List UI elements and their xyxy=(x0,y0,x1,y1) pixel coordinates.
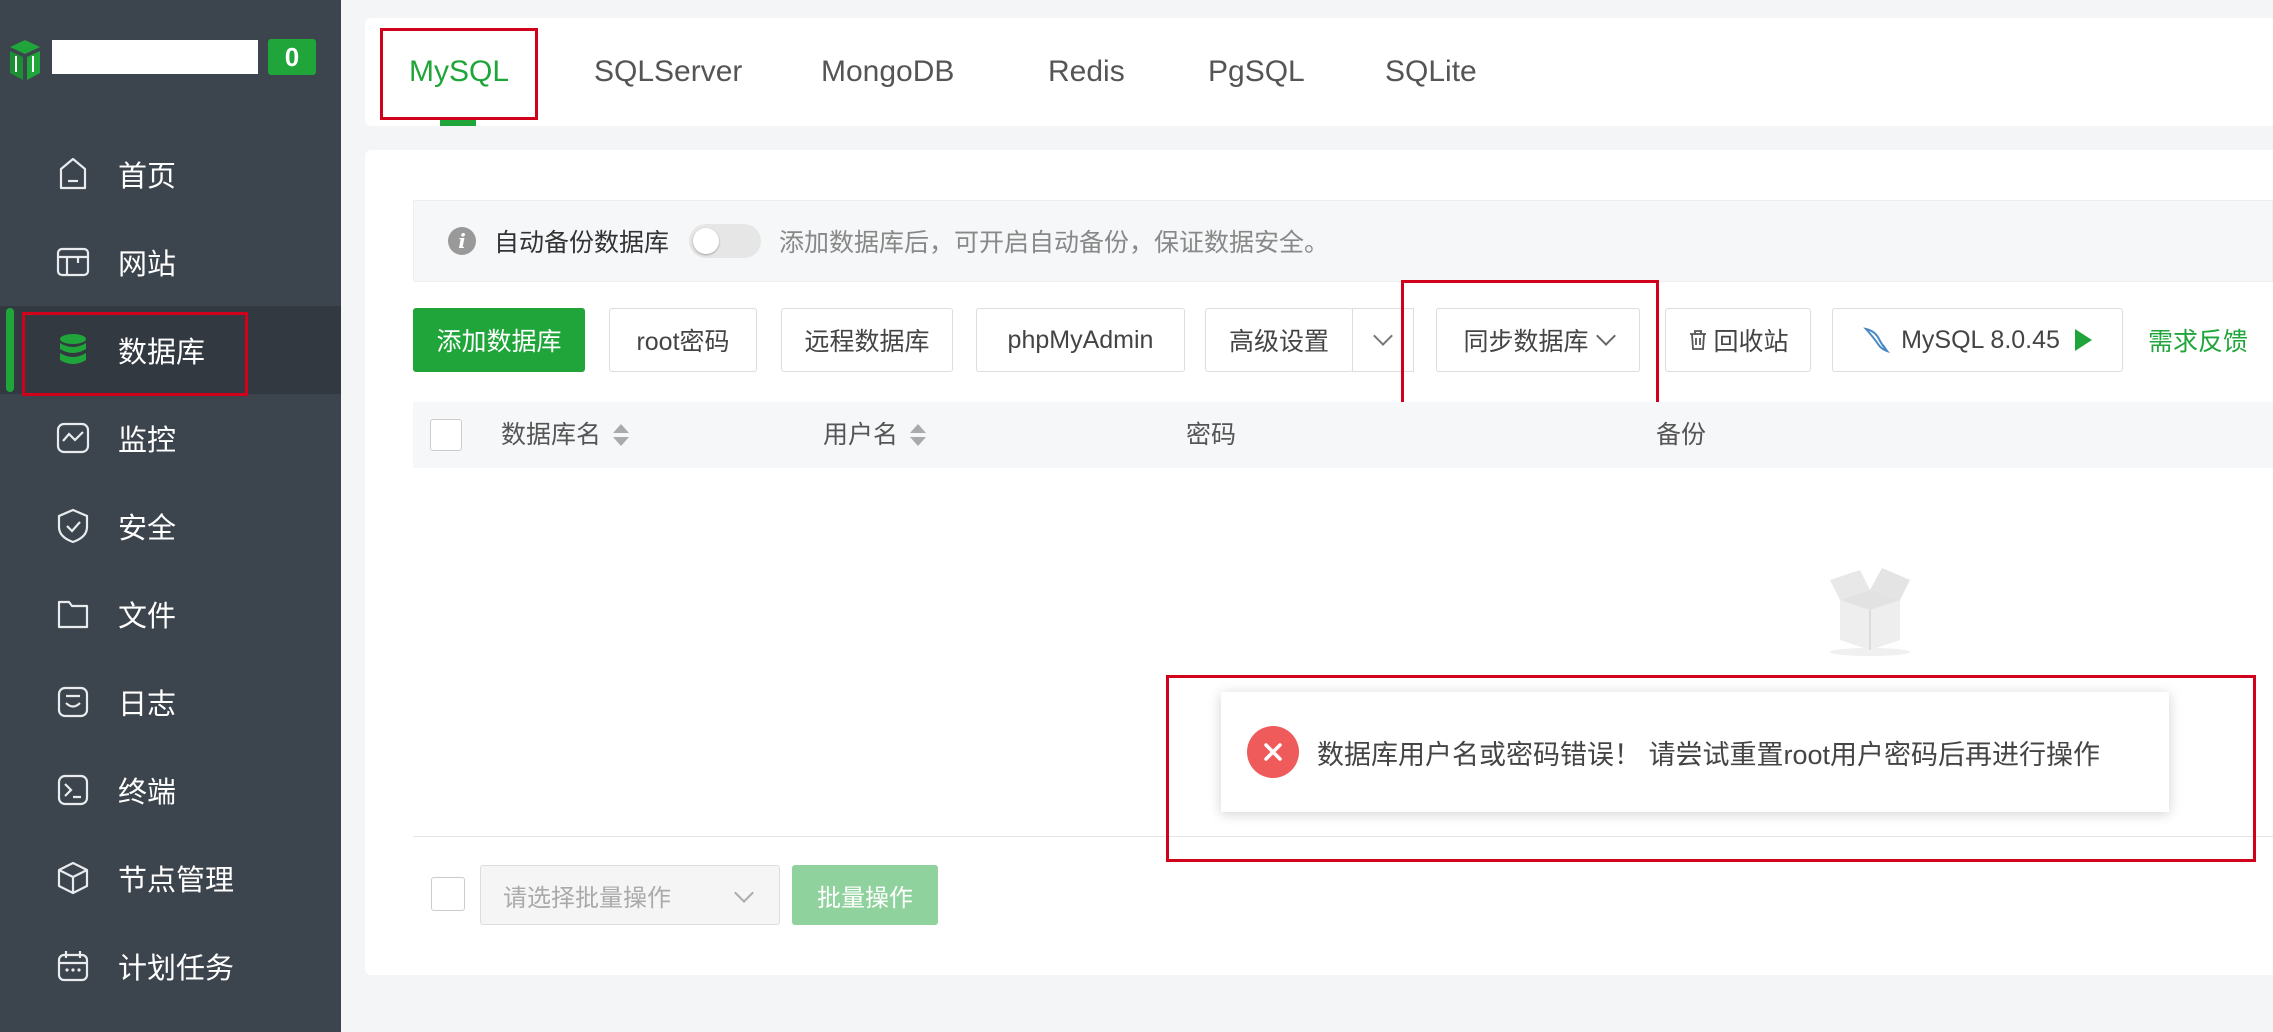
chevron-down-icon xyxy=(1595,326,1616,346)
column-database-name[interactable]: 数据库名 xyxy=(501,402,630,468)
sidebar-item-cron[interactable]: 计划任务 xyxy=(0,922,341,1010)
remote-database-button[interactable]: 远程数据库 xyxy=(781,308,953,372)
auto-backup-notice: i 自动备份数据库 添加数据库后，可开启自动备份，保证数据安全。 xyxy=(413,200,2273,282)
sort-icon xyxy=(910,424,927,446)
column-password: 密码 xyxy=(1186,421,1237,449)
empty-box-icon xyxy=(1830,568,1910,656)
sidebar-item-nodes[interactable]: 节点管理 xyxy=(0,834,341,922)
sync-database-label: 同步数据库 xyxy=(1463,328,1589,356)
mysql-dolphin-icon xyxy=(1863,327,1891,354)
error-toast: 数据库用户名或密码错误！ 请尝试重置root用户密码后再进行操作 xyxy=(1221,692,2169,812)
table-header: 数据库名 用户名 密码 备份 xyxy=(413,402,2273,468)
database-icon xyxy=(54,331,92,369)
sidebar-item-label: 终端 xyxy=(118,777,177,809)
calendar-icon xyxy=(54,947,92,985)
sidebar: 0 首页 网站 数据库 监控 安全 文件 日志 终端 节点管理 计划任务 xyxy=(0,0,341,1032)
chevron-down-icon xyxy=(1373,326,1393,346)
recycle-bin-label: 回收站 xyxy=(1713,328,1789,356)
server-name-box xyxy=(52,40,258,74)
sync-database-button[interactable]: 同步数据库 xyxy=(1436,308,1640,372)
sidebar-item-database[interactable]: 数据库 xyxy=(0,306,341,394)
logo-icon xyxy=(10,40,40,80)
tab-redis[interactable]: Redis xyxy=(1048,18,1125,126)
error-message: 数据库用户名或密码错误！ 请尝试重置root用户密码后再进行操作 xyxy=(1317,739,2101,770)
column-username[interactable]: 用户名 xyxy=(823,402,927,468)
select-all-checkbox[interactable] xyxy=(430,419,462,451)
mysql-version-button[interactable]: MySQL 8.0.45 xyxy=(1832,308,2123,372)
task-count-badge[interactable]: 0 xyxy=(268,39,316,75)
tab-sqlite[interactable]: SQLite xyxy=(1385,18,1477,126)
phpmyadmin-button[interactable]: phpMyAdmin xyxy=(976,308,1185,372)
website-icon xyxy=(54,243,92,281)
sidebar-item-security[interactable]: 安全 xyxy=(0,482,341,570)
cube-icon xyxy=(54,859,92,897)
chevron-down-icon xyxy=(734,883,754,903)
trash-icon xyxy=(1690,330,1707,350)
database-type-tabs: MySQL SQLServer MongoDB Redis PgSQL SQLi… xyxy=(365,18,2273,126)
sidebar-item-label: 计划任务 xyxy=(118,953,235,985)
batch-operation-select[interactable]: 请选择批量操作 xyxy=(480,865,780,925)
mysql-version-label: MySQL 8.0.45 xyxy=(1901,325,2060,354)
sidebar-item-label: 数据库 xyxy=(118,337,206,369)
sidebar-item-logs[interactable]: 日志 xyxy=(0,658,341,746)
batch-operation-button[interactable]: 批量操作 xyxy=(792,865,938,925)
sidebar-item-terminal[interactable]: 终端 xyxy=(0,746,341,834)
sidebar-item-label: 节点管理 xyxy=(118,865,235,897)
advanced-settings-button[interactable]: 高级设置 xyxy=(1205,308,1353,372)
tab-pgsql[interactable]: PgSQL xyxy=(1208,18,1305,126)
sidebar-item-monitor[interactable]: 监控 xyxy=(0,394,341,482)
folder-icon xyxy=(54,595,92,633)
tab-mongodb[interactable]: MongoDB xyxy=(821,18,954,126)
sidebar-item-files[interactable]: 文件 xyxy=(0,570,341,658)
terminal-icon xyxy=(54,771,92,809)
play-icon xyxy=(2074,329,2092,351)
sidebar-item-label: 网站 xyxy=(118,249,177,281)
sidebar-nav: 首页 网站 数据库 监控 安全 文件 日志 终端 节点管理 计划任务 xyxy=(0,130,341,1010)
feedback-link[interactable]: 需求反馈 xyxy=(2148,322,2248,358)
sidebar-item-label: 文件 xyxy=(118,601,177,633)
root-password-button[interactable]: root密码 xyxy=(609,308,757,372)
batch-operation-placeholder: 请选择批量操作 xyxy=(503,884,671,912)
shield-icon xyxy=(54,507,92,545)
tab-sqlserver[interactable]: SQLServer xyxy=(594,18,742,126)
column-backup: 备份 xyxy=(1656,421,1707,449)
recycle-bin-button[interactable]: 回收站 xyxy=(1665,308,1811,372)
auto-backup-toggle[interactable] xyxy=(689,224,762,258)
tab-mysql[interactable]: MySQL xyxy=(409,18,509,126)
auto-backup-hint: 添加数据库后，可开启自动备份，保证数据安全。 xyxy=(779,229,1330,257)
home-icon xyxy=(54,155,92,193)
sidebar-item-website[interactable]: 网站 xyxy=(0,218,341,306)
sidebar-item-label: 监控 xyxy=(118,425,177,457)
sidebar-item-label: 日志 xyxy=(118,689,177,721)
sidebar-item-home[interactable]: 首页 xyxy=(0,130,341,218)
batch-select-all-checkbox[interactable] xyxy=(431,877,465,911)
auto-backup-label: 自动备份数据库 xyxy=(494,229,670,257)
log-icon xyxy=(54,683,92,721)
advanced-settings-dropdown[interactable] xyxy=(1352,308,1414,372)
sidebar-item-label: 安全 xyxy=(118,513,177,545)
add-database-button[interactable]: 添加数据库 xyxy=(413,308,585,372)
brand: 0 xyxy=(0,30,341,84)
table-footer-divider xyxy=(413,836,2273,837)
monitor-icon xyxy=(54,419,92,457)
sort-icon xyxy=(613,424,630,446)
active-tab-indicator xyxy=(440,120,476,126)
sidebar-item-label: 首页 xyxy=(118,161,177,193)
error-icon xyxy=(1247,726,1299,778)
info-icon: i xyxy=(448,227,476,255)
